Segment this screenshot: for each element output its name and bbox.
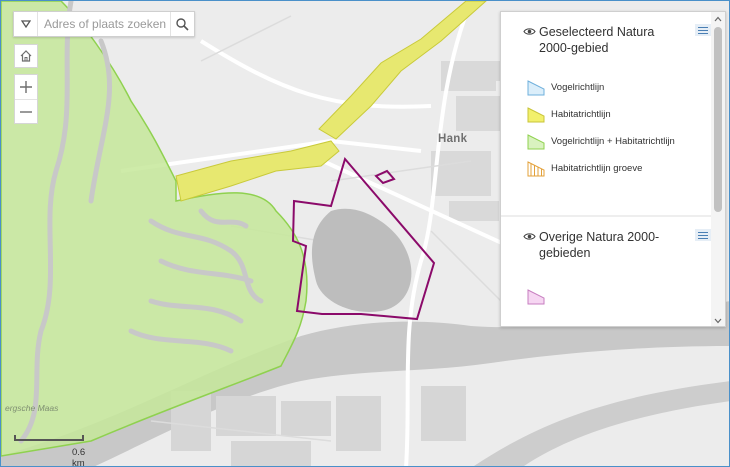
legend-section-other: Overige Natura 2000-gebieden [501,217,711,310]
legend-item-vogel-habitatrichtlijn: Vogelrichtlijn + Habitatrichtlijn [527,128,711,155]
home-button[interactable] [14,44,38,68]
eye-icon[interactable] [523,232,536,241]
legend-label: Habitatrichtlijn groeve [551,163,643,174]
scale-line [14,435,84,441]
layer-options-icon[interactable] [695,24,711,36]
scroll-thumb[interactable] [714,27,722,212]
legend-item-habitatrichtlijn-groeve: Habitatrichtlijn groeve [527,155,711,182]
legend-section-selected: Geselecteerd Natura 2000-gebied Vogelric… [501,12,711,182]
plus-icon [20,81,32,93]
legend-section-title: Geselecteerd Natura 2000-gebied [539,25,655,55]
layer-options-icon[interactable] [695,229,711,241]
swatch-overige-natura2000 [527,288,545,304]
place-label-hank: Hank [438,133,468,145]
search-button[interactable] [170,12,194,36]
legend-section-title: Overige Natura 2000-gebieden [539,230,660,260]
swatch-habitatrichtlijn [527,106,545,122]
swatch-habitatrichtlijn-groeve [527,160,545,176]
scale-bar: 0.6 km [14,435,94,466]
legend-item-habitatrichtlijn: Habitatrichtlijn [527,101,711,128]
legend-label: Vogelrichtlijn [551,82,605,93]
magnifier-icon [176,17,189,31]
chevron-up-icon [714,16,722,22]
triangle-down-icon [20,20,31,28]
scroll-down-button[interactable] [711,314,725,326]
legend-panel: Geselecteerd Natura 2000-gebied Vogelric… [500,11,726,327]
zoom-in-button[interactable] [15,75,37,99]
swatch-vogel-habitatrichtlijn [527,133,545,149]
zoom-out-button[interactable] [15,99,37,123]
legend-item-vogelrichtlijn: Vogelrichtlijn [527,74,711,101]
search-widget [13,11,195,37]
scroll-up-button[interactable] [711,12,725,26]
river-label: ergsche Maas [5,403,59,413]
map-view[interactable]: Hank ergsche Maas Adres of plaats zoeken… [0,0,730,467]
chevron-down-icon [714,318,722,324]
legend-item-overige [527,283,711,310]
zoom-control [14,74,38,124]
minus-icon [20,110,32,113]
legend-label: Vogelrichtlijn + Habitatrichtlijn [551,136,675,147]
home-icon [20,50,32,62]
scale-label: 0.6 km [72,447,86,467]
search-source-dropdown[interactable] [14,12,38,36]
eye-icon[interactable] [523,27,536,36]
legend-label: Habitatrichtlijn [551,109,611,120]
swatch-vogelrichtlijn [527,79,545,95]
search-input[interactable] [38,13,170,35]
legend-scrollbar[interactable] [711,12,725,326]
